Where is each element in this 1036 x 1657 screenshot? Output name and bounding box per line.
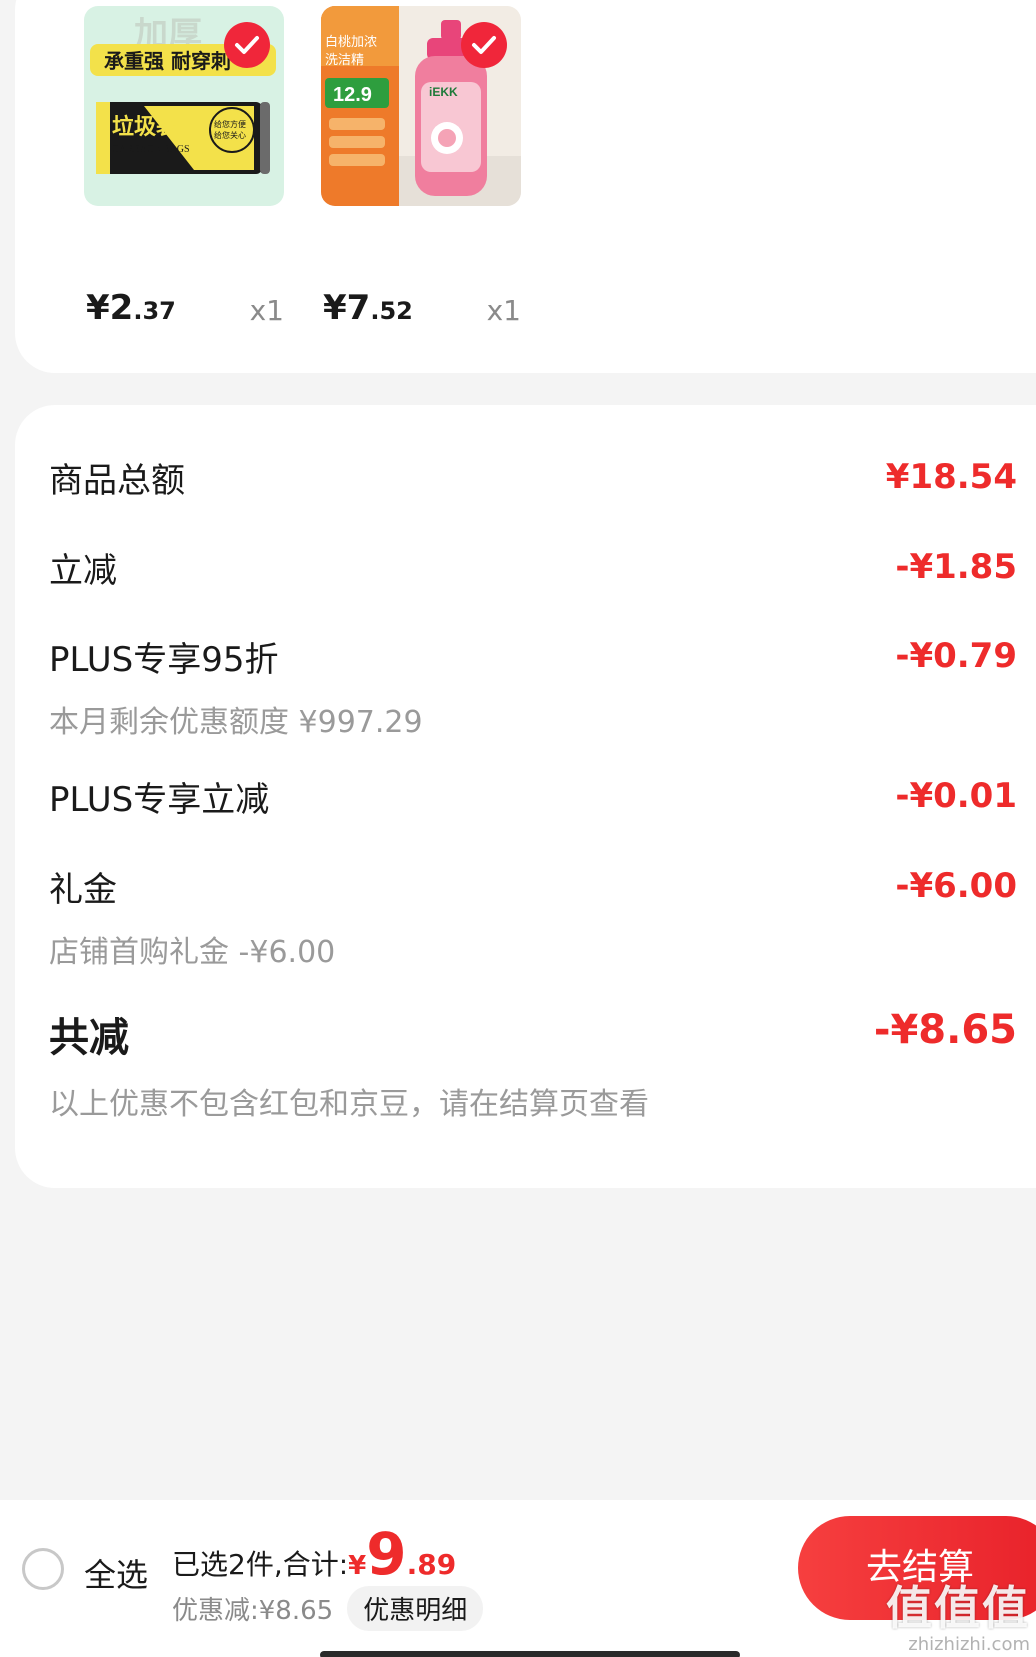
plus-cut-row: PLUS专享立减 -¥0.01 (49, 772, 1017, 821)
discount-detail-button[interactable]: 优惠明细 (347, 1586, 484, 1631)
svg-text:GARBAGE BAGS: GARBAGE BAGS (112, 144, 190, 155)
discount-amount: 优惠减:¥8.65 (172, 1596, 334, 1626)
product-price-row: ¥2.37 x1 (84, 288, 284, 338)
home-indicator[interactable] (320, 1651, 740, 1657)
svg-text:iEKK: iEKK (429, 85, 458, 99)
product-image-dish-soap[interactable]: 白桃加浓 洗洁精 12.9 iEKK (321, 6, 521, 206)
plus95-label: PLUS专享95折 (49, 640, 279, 680)
gift-value: -¥6.00 (895, 866, 1017, 906)
selected-check-icon[interactable] (461, 22, 507, 68)
total-cut-value: -¥8.65 (873, 1007, 1017, 1053)
svg-text:给您关心: 给您关心 (214, 130, 246, 140)
gift-label: 礼金 (49, 870, 117, 910)
checkout-bar: 全选 已选2件,合计:¥9.89 优惠减:¥8.65 优惠明细 去结算 值值值 z… (0, 1500, 1036, 1657)
total-cut-note: 以上优惠不包含红包和京豆，请在结算页查看 (49, 1087, 649, 1122)
svg-text:12.9: 12.9 (333, 84, 372, 106)
gift-detail: 店铺首购礼金 -¥6.00 (49, 935, 336, 970)
total-cut-row: 共减 -¥8.65 以上优惠不包含红包和京豆，请在结算页查看 (49, 1005, 1017, 1123)
product-image-garbage-bags[interactable]: 加厚 承重强 耐穿刺 垃圾袋 GARBAGE BAGS 给您方便 给您关心 (84, 6, 284, 206)
product-quantity: x1 (249, 294, 284, 327)
selected-count-text: 已选2件,合计: (172, 1548, 349, 1581)
svg-text:垃圾袋: 垃圾袋 (112, 114, 179, 140)
instant-cut-row: 立减 -¥1.85 (49, 543, 1017, 592)
selected-total: 已选2件,合计:¥9.89 (172, 1520, 456, 1588)
selected-check-icon[interactable] (224, 22, 270, 68)
select-all-label[interactable]: 全选 (84, 1550, 148, 1596)
watermark-site: zhizhizhi.com (908, 1634, 1030, 1655)
discount-line: 优惠减:¥8.65 优惠明细 (172, 1586, 484, 1631)
selected-products-card: 加厚 承重强 耐穿刺 垃圾袋 GARBAGE BAGS 给您方便 给您关心 ¥2… (15, 0, 1036, 373)
select-all-checkbox[interactable] (22, 1548, 64, 1590)
product-price: ¥7.52 (323, 288, 413, 328)
gift-row: 礼金 -¥6.00 店铺首购礼金 -¥6.00 (49, 862, 1017, 971)
svg-text:白桃加浓: 白桃加浓 (325, 34, 377, 50)
goods-total-value: ¥18.54 (885, 457, 1017, 497)
plus-cut-value: -¥0.01 (895, 776, 1017, 816)
plus95-remaining-quota: 本月剩余优惠额度 ¥997.29 (49, 705, 423, 740)
product-item[interactable]: 白桃加浓 洗洁精 12.9 iEKK ¥7.52 x1 (321, 6, 521, 328)
product-item[interactable]: 加厚 承重强 耐穿刺 垃圾袋 GARBAGE BAGS 给您方便 给您关心 ¥2… (84, 6, 284, 328)
plus95-value: -¥0.79 (895, 636, 1017, 676)
product-price-row: ¥7.52 x1 (321, 288, 521, 338)
total-integer: 9 (366, 1520, 407, 1588)
svg-text:给您方便: 给您方便 (214, 119, 246, 129)
plus-cut-label: PLUS专享立减 (49, 780, 270, 820)
total-decimal: .89 (406, 1548, 457, 1581)
instant-cut-label: 立减 (49, 551, 117, 591)
svg-text:洗洁精: 洗洁精 (325, 53, 364, 68)
product-price: ¥2.37 (86, 288, 176, 328)
currency-symbol: ¥ (348, 1551, 367, 1581)
cart-summary-page: 加厚 承重强 耐穿刺 垃圾袋 GARBAGE BAGS 给您方便 给您关心 ¥2… (0, 0, 1036, 1657)
goods-total-label: 商品总额 (49, 461, 185, 501)
instant-cut-value: -¥1.85 (895, 547, 1017, 587)
watermark-brand: 值值值 (886, 1581, 1030, 1635)
svg-text:承重强 耐穿刺: 承重强 耐穿刺 (104, 49, 231, 73)
goods-total-row: 商品总额 ¥18.54 (49, 453, 1017, 502)
watermark-logo: 值值值 zhizhizhi.com (886, 1582, 1030, 1655)
product-quantity: x1 (486, 294, 521, 327)
price-summary-card: 商品总额 ¥18.54 立减 -¥1.85 PLUS专享95折 -¥0.79 本… (15, 405, 1036, 1188)
total-cut-label: 共减 (49, 1015, 129, 1061)
plus95-row: PLUS专享95折 -¥0.79 本月剩余优惠额度 ¥997.29 (49, 632, 1017, 741)
